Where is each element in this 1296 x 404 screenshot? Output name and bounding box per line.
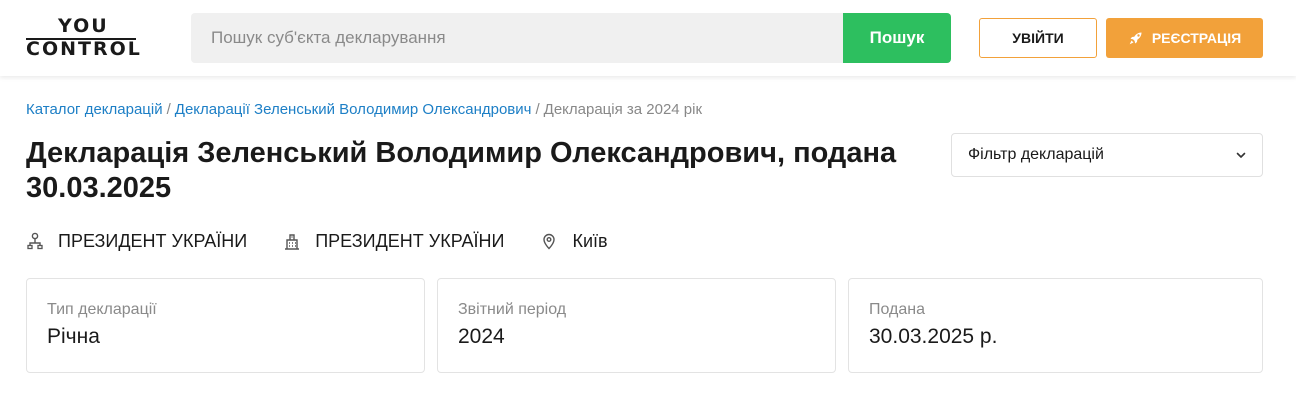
search-button[interactable]: Пошук <box>843 13 951 63</box>
breadcrumb-catalog-link[interactable]: Каталог декларацій <box>26 101 163 118</box>
logo-top-text: YOU <box>58 15 109 37</box>
breadcrumb-current: Декларація за 2024 рік <box>543 101 703 118</box>
organization-text: ПРЕЗИДЕНТ УКРАЇНИ <box>315 230 505 251</box>
card-value: Річна <box>47 325 100 348</box>
login-button[interactable]: УВІЙТИ <box>979 18 1097 58</box>
rocket-icon <box>1129 32 1142 45</box>
position-text: ПРЕЗИДЕНТ УКРАЇНИ <box>58 230 248 251</box>
search-input[interactable] <box>191 13 843 63</box>
declarant-meta: ПРЕЗИДЕНТ УКРАЇНИ ПРЕЗИДЕНТ УКРАЇНИ Київ <box>26 229 644 253</box>
location-pin-icon <box>543 233 556 250</box>
card-label: Подана <box>869 301 926 318</box>
organization-meta: ПРЕЗИДЕНТ УКРАЇНИ <box>283 231 504 252</box>
chevron-down-icon <box>1236 152 1246 158</box>
breadcrumb: Каталог декларацій / Декларації Зеленський… <box>26 101 702 118</box>
declaration-type-card: Тип декларації Річна <box>26 278 425 373</box>
position-meta: ПРЕЗИДЕНТ УКРАЇНИ <box>26 231 247 252</box>
org-structure-icon <box>27 232 43 250</box>
city-meta: Київ <box>540 230 608 252</box>
logo-bottom-text: CONTROL <box>26 38 142 60</box>
breadcrumb-separator: / <box>166 101 171 118</box>
register-button[interactable]: РЕЄСТРАЦІЯ <box>1106 18 1263 58</box>
page-title: Декларація Зеленський Володимир Олександ… <box>26 137 897 204</box>
logo[interactable]: YOU CONTROL <box>26 15 140 60</box>
breadcrumb-declarations-link[interactable]: Декларації Зеленський Володимир Олександ… <box>175 101 532 118</box>
site-header: YOU CONTROL Пошук УВІЙТИ РЕЄСТРАЦІЯ <box>0 0 1296 76</box>
building-icon <box>285 234 300 250</box>
reporting-period-card: Звітний період 2024 <box>437 278 836 373</box>
city-text: Київ <box>572 230 608 251</box>
filter-label: Фільтр декларацій <box>968 146 1104 163</box>
register-button-label: РЕЄСТРАЦІЯ <box>1151 30 1242 46</box>
declaration-filter-select[interactable]: Фільтр декларацій <box>951 133 1263 177</box>
card-label: Звітний період <box>458 301 567 318</box>
card-value: 2024 <box>458 325 505 348</box>
card-label: Тип декларації <box>47 301 157 318</box>
submitted-date-card: Подана 30.03.2025 р. <box>848 278 1263 373</box>
card-value: 30.03.2025 р. <box>869 325 998 348</box>
breadcrumb-separator: / <box>535 101 540 118</box>
